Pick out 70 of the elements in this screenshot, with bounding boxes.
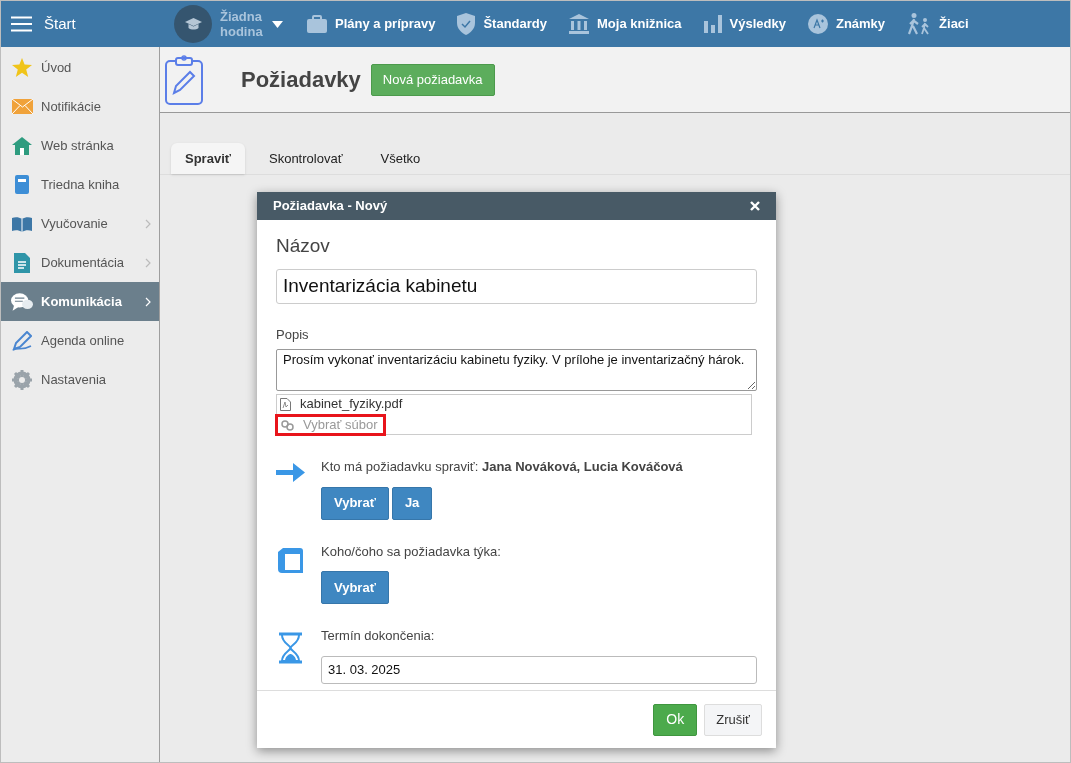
nav-link[interactable]: Výsledky	[703, 14, 786, 34]
sidebar-item[interactable]: Úvod	[1, 48, 159, 87]
sidebar-item[interactable]: Notifikácie	[1, 87, 159, 126]
select-button[interactable]: Vybrať	[321, 486, 389, 520]
sidebar-label: Notifikácie	[41, 97, 102, 116]
select-button[interactable]: Vybrať	[321, 571, 389, 604]
sidebar-label: Komunikácia	[41, 292, 123, 311]
sidebar-item[interactable]: Dokumentácia	[1, 243, 159, 282]
date-input[interactable]: 31. 03. 2025	[321, 655, 757, 684]
tab[interactable]: Spraviť	[171, 143, 245, 174]
section-label: Termín dokončenia:	[321, 627, 436, 645]
page-title: Požiadavky	[241, 66, 361, 94]
tab[interactable]: Všetko	[366, 143, 435, 174]
building-columns-icon	[569, 14, 590, 34]
nav-link[interactable]: Moja knižnica	[569, 14, 682, 34]
sidebar-label: Triedna kniha	[41, 175, 121, 194]
chevron-right-icon	[145, 218, 151, 229]
sidebar-item[interactable]: Vyučovanie	[1, 204, 159, 243]
section-label: Koho/čoho sa požiadavka týka:	[321, 542, 502, 561]
section-label: Kto má požiadavku spraviť: Jana Nováková, Lucia Kováčová	[321, 458, 684, 476]
graduation-cap-icon	[174, 5, 212, 43]
document-icon	[14, 252, 30, 273]
house-icon	[12, 136, 32, 155]
sidebar-label: Agenda online	[41, 331, 126, 350]
open-book-icon	[11, 215, 33, 232]
dialog-title: Požiadavka - Nový	[273, 197, 388, 216]
clipboard-pencil-icon	[165, 54, 203, 105]
hourglass-icon	[278, 632, 303, 664]
description-textarea[interactable]: Prosím vykonať inventarizáciu kabinetu fyziky. V prílohe je inventarizačný hárok.	[276, 349, 757, 391]
sidebar-item[interactable]: Triedna kniha	[1, 165, 159, 204]
field-label: Názov	[276, 234, 331, 258]
link-icon	[281, 419, 294, 431]
chevron-right-icon	[145, 296, 151, 307]
sidebar-label: Vyučovanie	[41, 214, 109, 233]
star-icon	[12, 58, 32, 77]
sidebar-item[interactable]: Agenda online	[1, 321, 159, 360]
sidebar-label: Dokumentácia	[41, 253, 126, 272]
name-input[interactable]: Inventarizácia kabinetu	[276, 268, 757, 304]
nav-link[interactable]: Štandardy	[457, 13, 548, 35]
cancel-button[interactable]: Zrušiť	[704, 703, 762, 736]
walking-people-icon	[907, 13, 932, 35]
grade-icon	[807, 14, 828, 34]
nav-link[interactable]: Žiaci	[907, 13, 969, 35]
notebook-icon	[15, 175, 29, 194]
close-icon[interactable]	[750, 201, 760, 211]
sidebar-label: Úvod	[41, 58, 73, 77]
field-label: Popis	[276, 325, 310, 344]
nav-link[interactable]: Známky	[807, 14, 886, 34]
sidebar-item[interactable]: Nastavenia	[1, 360, 159, 399]
caret-icon[interactable]	[272, 20, 283, 28]
shield-check-icon	[457, 13, 476, 35]
pen-icon	[12, 330, 32, 351]
sidebar-label: Web stránka	[41, 136, 115, 155]
bar-chart-icon	[703, 15, 722, 33]
sidebar-item[interactable]: Komunikácia	[1, 282, 159, 321]
tab[interactable]: Skontrolovať	[255, 143, 357, 174]
nav-link[interactable]: Plány a prípravy	[307, 14, 436, 34]
arrow-right-icon	[276, 463, 305, 482]
attachment-file[interactable]: kabinet_fyziky.pdf	[280, 395, 409, 413]
app-title[interactable]: Štart	[44, 12, 76, 36]
chevron-right-icon	[145, 257, 151, 268]
select-button[interactable]: Ja	[391, 486, 433, 520]
pdf-file-icon	[280, 397, 291, 411]
sidebar-label: Nastavenia	[41, 370, 108, 389]
menu-icon[interactable]	[11, 16, 32, 32]
cube-icon	[278, 547, 303, 573]
briefcase-icon	[307, 15, 327, 33]
envelope-icon	[11, 99, 33, 114]
gear-icon	[12, 369, 32, 390]
sidebar-item[interactable]: Web stránka	[1, 126, 159, 165]
